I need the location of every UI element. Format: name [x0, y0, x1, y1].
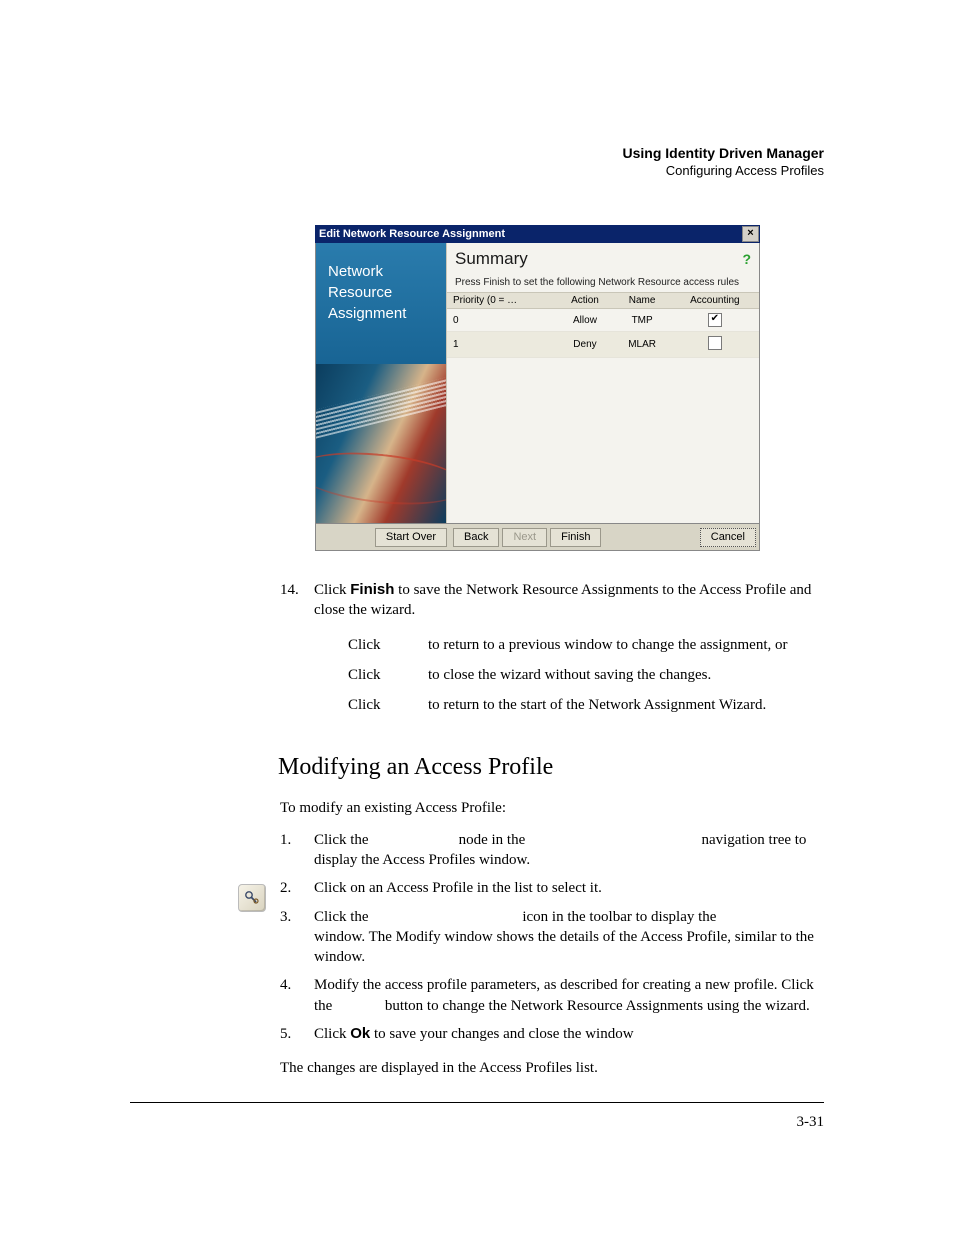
list-number: 14.: [280, 580, 314, 725]
col-action[interactable]: Action: [556, 293, 613, 309]
bold-finish: Finish: [350, 581, 394, 598]
header-title: Using Identity Driven Manager: [623, 145, 824, 161]
list-number: 1.: [280, 830, 314, 871]
dialog-body: Network Resource Assignment Summary ? Pr…: [315, 243, 760, 524]
page: Using Identity Driven Manager Configurin…: [0, 0, 954, 1235]
dialog-titlebar: Edit Network Resource Assignment ×: [315, 225, 760, 243]
cancel-button[interactable]: Cancel: [700, 528, 756, 547]
checkbox-icon[interactable]: ✔: [708, 313, 722, 327]
dialog-sidebar: Network Resource Assignment: [316, 243, 446, 523]
text: Click: [314, 1026, 350, 1042]
help-icon[interactable]: ?: [742, 251, 751, 267]
step-1: 1. Click the node in the navigation tree…: [280, 830, 824, 871]
list-number: 4.: [280, 975, 314, 1016]
section-heading: Modifying an Access Profile: [278, 751, 824, 783]
modify-profile-toolbar-icon: [238, 884, 266, 912]
next-button: Next: [502, 528, 547, 547]
cancel-desc: to close the wizard without saving the c…: [428, 665, 824, 685]
cell-priority: 1: [447, 332, 556, 358]
cell-accounting: ✔: [671, 309, 759, 332]
header-subtitle: Configuring Access Profiles: [623, 163, 824, 178]
intro-paragraph: To modify an existing Access Profile:: [280, 798, 824, 818]
finish-button[interactable]: Finish: [550, 528, 601, 547]
back-button[interactable]: Back: [453, 528, 499, 547]
step-4: 4. Modify the access profile parameters,…: [280, 975, 824, 1016]
click-cancel-row: Click to close the wizard without saving…: [314, 665, 824, 685]
body-text: 14. Click Finish to save the Network Res…: [280, 580, 824, 1090]
step-14: 14. Click Finish to save the Network Res…: [280, 580, 824, 725]
list-number: 2.: [280, 878, 314, 898]
bold-ok: Ok: [350, 1025, 370, 1042]
footer-rule: [130, 1102, 824, 1103]
list-number: 3.: [280, 907, 314, 968]
step-1-text: Click the node in the navigation tree to…: [314, 830, 824, 871]
cell-priority: 0: [447, 309, 556, 332]
col-priority[interactable]: Priority (0 = …: [447, 293, 556, 309]
step-5: 5. Click Ok to save your changes and clo…: [280, 1024, 824, 1044]
summary-instruction: Press Finish to set the following Networ…: [447, 271, 759, 292]
sidebar-heading: Network Resource Assignment: [316, 243, 446, 364]
text: Click: [314, 582, 350, 598]
cell-accounting: [671, 332, 759, 358]
dialog-title: Edit Network Resource Assignment: [319, 225, 505, 243]
text: to save your changes and close the windo…: [370, 1026, 633, 1042]
click-back-row: Click to return to a previous window to …: [314, 635, 824, 655]
cell-action: Allow: [556, 309, 613, 332]
checkbox-icon[interactable]: [708, 336, 722, 350]
click-label: Click: [348, 695, 428, 715]
table-row[interactable]: 0 Allow TMP ✔: [447, 309, 759, 332]
close-icon[interactable]: ×: [742, 226, 759, 242]
step-14-text: Click Finish to save the Network Resourc…: [314, 580, 824, 725]
closing-paragraph: The changes are displayed in the Access …: [280, 1058, 824, 1078]
cell-name: TMP: [614, 309, 671, 332]
cell-name: MLAR: [614, 332, 671, 358]
wizard-dialog: Edit Network Resource Assignment × Netwo…: [315, 225, 760, 551]
list-number: 5.: [280, 1024, 314, 1044]
table-row[interactable]: 1 Deny MLAR: [447, 332, 759, 358]
rules-table: Priority (0 = … Action Name Accounting 0…: [447, 292, 759, 358]
click-startover-row: Click to return to the start of the Netw…: [314, 695, 824, 715]
click-label: Click: [348, 635, 428, 655]
click-label: Click: [348, 665, 428, 685]
back-desc: to return to a previous window to change…: [428, 635, 824, 655]
cell-action: Deny: [556, 332, 613, 358]
page-number: 3-31: [797, 1114, 825, 1131]
step-3: 3. Click the icon in the toolbar to disp…: [280, 907, 824, 968]
start-over-button[interactable]: Start Over: [375, 528, 447, 547]
step-5-text: Click Ok to save your changes and close …: [314, 1024, 824, 1044]
start-over-desc: to return to the start of the Network As…: [428, 695, 824, 715]
page-header: Using Identity Driven Manager Configurin…: [623, 145, 824, 178]
dialog-button-bar: Start Over Back Next Finish Cancel: [315, 524, 760, 551]
step-2-text: Click on an Access Profile in the list t…: [314, 878, 824, 898]
sidebar-decorative-image: [316, 364, 446, 523]
step-4-text: Modify the access profile parameters, as…: [314, 975, 824, 1016]
col-name[interactable]: Name: [614, 293, 671, 309]
col-accounting[interactable]: Accounting: [671, 293, 759, 309]
step-3-text: Click the icon in the toolbar to display…: [314, 907, 824, 968]
dialog-main: Summary ? Press Finish to set the follow…: [446, 243, 759, 523]
step-2: 2. Click on an Access Profile in the lis…: [280, 878, 824, 898]
summary-heading: Summary: [455, 249, 528, 269]
